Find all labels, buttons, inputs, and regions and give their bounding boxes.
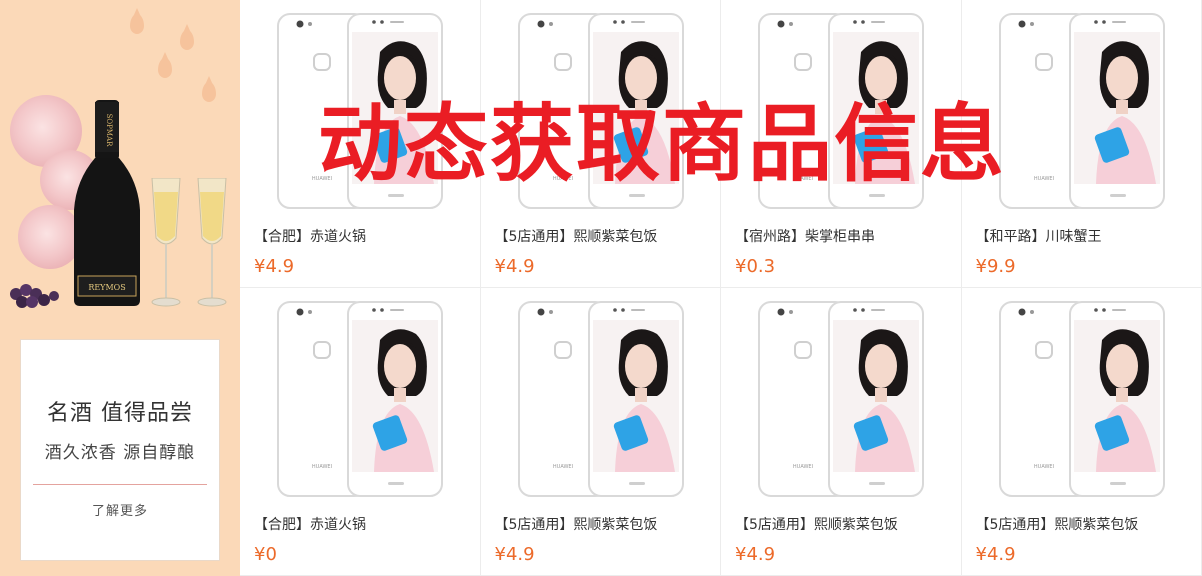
champagne-glass-image — [151, 178, 181, 307]
product-price: ¥4.9 — [494, 256, 535, 277]
divider — [33, 484, 207, 485]
product-card[interactable]: HUAWEI 【5店通用】熙顺紫菜包饭 ¥4.9 — [961, 288, 1202, 576]
product-title[interactable]: 【5店通用】熙顺紫菜包饭 — [976, 514, 1139, 534]
promo-headline: 名酒 值得品尝 — [47, 401, 193, 426]
grapes-image — [10, 284, 59, 308]
product-price: ¥4.9 — [254, 256, 295, 277]
svg-text:SOPMAR: SOPMAR — [105, 114, 113, 147]
product-image[interactable]: HUAWEI — [517, 300, 685, 498]
promo-card: 名酒 值得品尝 酒久浓香 源自醇酿 了解更多 — [20, 339, 220, 561]
svg-text:HUAWEI: HUAWEI — [793, 464, 813, 470]
champagne-glass-image — [197, 178, 227, 307]
product-title[interactable]: 【合肥】赤道火锅 — [254, 226, 366, 246]
product-title[interactable]: 【宿州路】柴掌柜串串 — [735, 226, 875, 246]
product-card[interactable]: HUAWEI 【合肥】赤道火锅 ¥0 — [240, 288, 481, 576]
product-grid: HUAWEI 【合肥】赤道火锅 ¥4.9 HUAWEI 【5店通用】熙顺紫菜包饭… — [240, 0, 1202, 576]
product-title[interactable]: 【5店通用】熙顺紫菜包饭 — [495, 514, 658, 534]
svg-text:HUAWEI: HUAWEI — [1033, 464, 1053, 470]
product-title[interactable]: 【5店通用】熙顺紫菜包饭 — [495, 226, 658, 246]
promo-banner[interactable]: REYMOS SOPMAR 名酒 值得品尝 酒久浓香 源自醇酿 了解更多 — [0, 0, 240, 576]
overlay-caption: 动态获取商品信息 — [318, 95, 1007, 193]
svg-text:HUAWEI: HUAWEI — [552, 464, 572, 470]
product-image[interactable]: HUAWEI — [757, 300, 925, 498]
product-price: ¥0 — [254, 544, 277, 565]
droplet-decoration — [130, 8, 144, 34]
learn-more-link[interactable]: 了解更多 — [21, 500, 219, 519]
product-price: ¥4.9 — [494, 544, 535, 565]
product-title[interactable]: 【合肥】赤道火锅 — [254, 514, 366, 534]
product-image[interactable]: HUAWEI — [998, 300, 1166, 498]
droplet-decoration — [202, 76, 216, 102]
promo-subheadline: 酒久浓香 源自醇酿 — [44, 443, 196, 463]
product-price: ¥4.9 — [975, 544, 1016, 565]
svg-text:HUAWEI: HUAWEI — [312, 464, 332, 470]
product-card[interactable]: HUAWEI 【5店通用】熙顺紫菜包饭 ¥4.9 — [721, 288, 962, 576]
product-title[interactable]: 【和平路】川味蟹王 — [976, 226, 1102, 246]
product-price: ¥0.3 — [735, 256, 776, 277]
product-image[interactable]: HUAWEI — [276, 300, 444, 498]
product-title[interactable]: 【5店通用】熙顺紫菜包饭 — [735, 514, 898, 534]
product-price: ¥9.9 — [975, 256, 1016, 277]
product-card[interactable]: HUAWEI 【5店通用】熙顺紫菜包饭 ¥4.9 — [480, 288, 721, 576]
product-price: ¥4.9 — [735, 544, 776, 565]
droplet-decoration — [180, 24, 194, 50]
svg-text:REYMOS: REYMOS — [88, 283, 125, 292]
droplet-decoration — [158, 52, 172, 78]
wine-bottle-image: REYMOS SOPMAR — [74, 100, 140, 306]
